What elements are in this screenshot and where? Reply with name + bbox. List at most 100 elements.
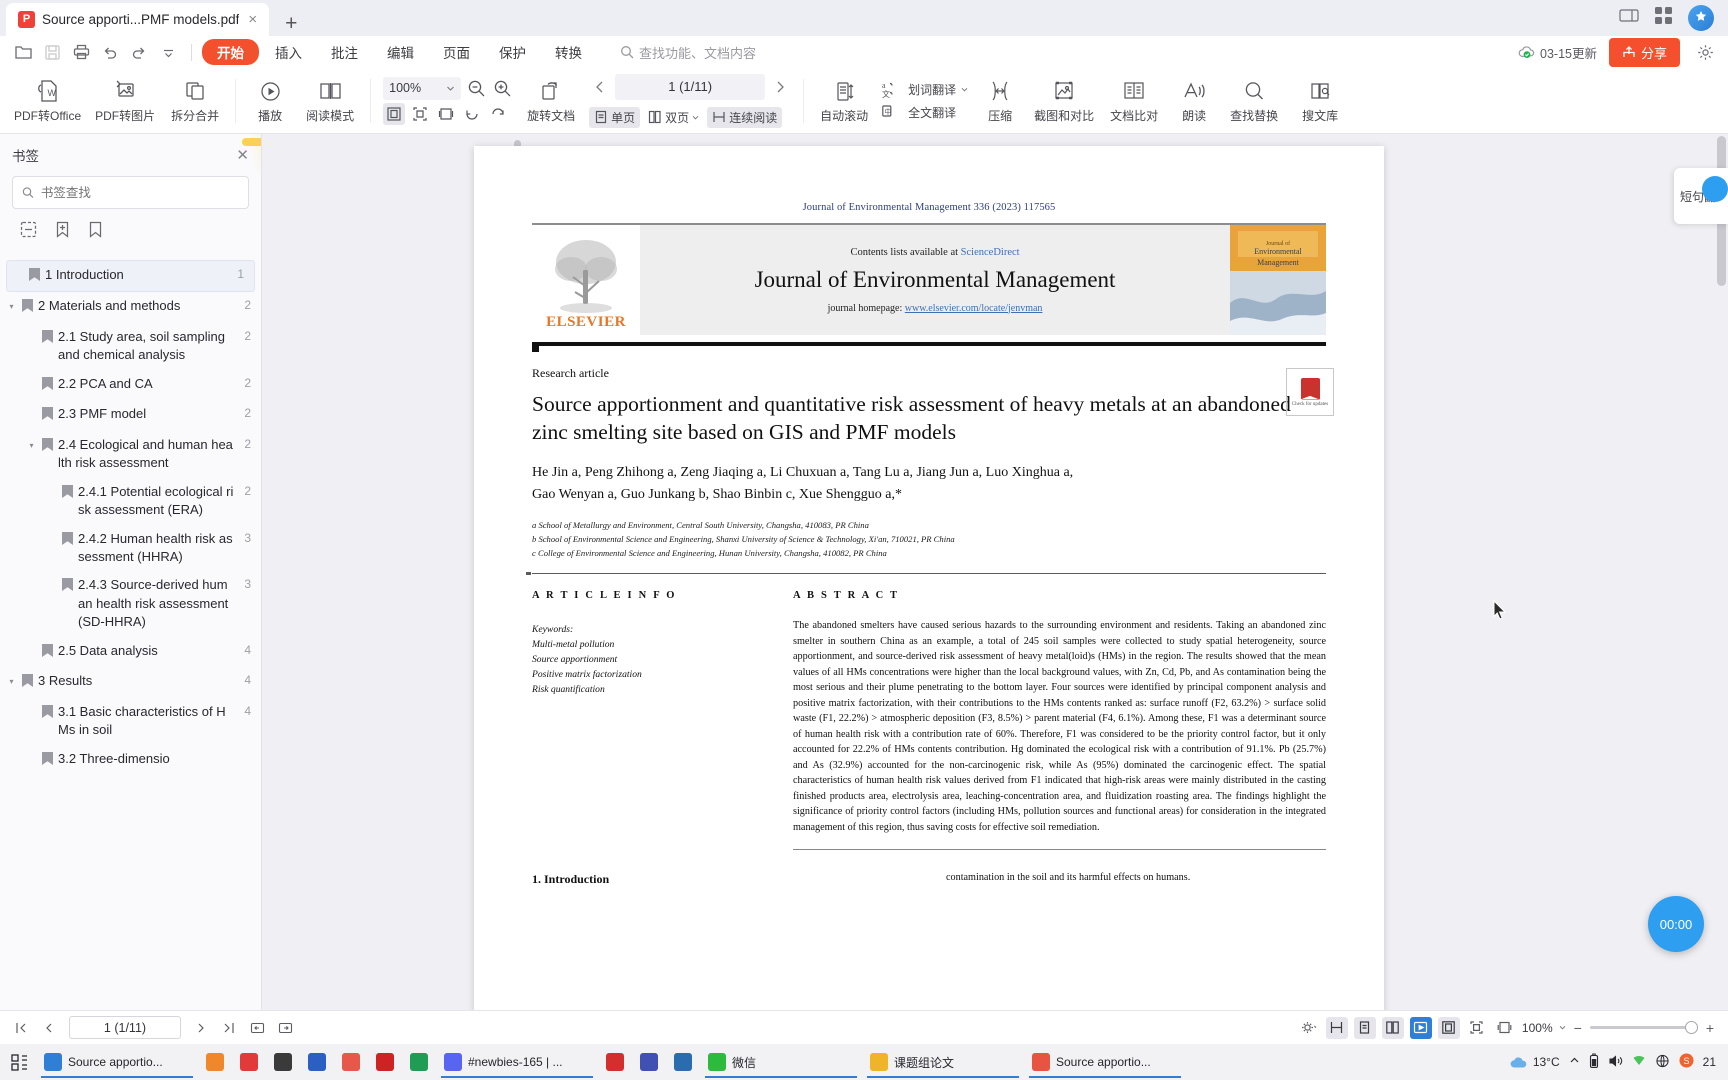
taskbar-item[interactable]	[233, 1046, 265, 1078]
document-scrollbar[interactable]	[1717, 136, 1726, 1008]
ribbon-play[interactable]: 播放	[244, 76, 296, 126]
rotate-ccw-icon[interactable]	[461, 103, 483, 125]
rotate-cw-icon[interactable]	[487, 103, 509, 125]
bookmark-item[interactable]: 3.2 Three-dimensio	[0, 745, 261, 775]
zoom-in-button[interactable]: +	[1704, 1020, 1718, 1036]
single-page-toggle[interactable]	[1353, 1016, 1376, 1039]
gear-icon[interactable]	[1692, 40, 1718, 64]
taskbar-item[interactable]: Source apportio...	[1025, 1046, 1185, 1078]
bookmark-list[interactable]: 1 Introduction 1 ▾ 2 Materials and methods 2…	[0, 260, 261, 1010]
chevron-down-icon[interactable]	[1559, 1024, 1566, 1031]
ribbon-rotate-document[interactable]: 旋转文档	[519, 76, 583, 126]
menu-tab-home[interactable]: 开始	[202, 39, 259, 65]
split-view-icon[interactable]	[1619, 8, 1639, 28]
taskbar-item[interactable]	[267, 1046, 299, 1078]
fit-visible-toggle[interactable]	[1466, 1017, 1488, 1039]
zoom-out-icon[interactable]	[465, 77, 487, 99]
document-viewport[interactable]: Journal of Environmental Management 336 …	[262, 134, 1728, 1010]
bookmark-item[interactable]: 2.1 Study area, soil sampling and chemic…	[0, 323, 261, 370]
ribbon-split-merge[interactable]: 拆分合并	[163, 76, 227, 126]
battery-icon[interactable]	[1589, 1052, 1599, 1072]
taskbar-item[interactable]: 微信	[701, 1046, 861, 1078]
new-tab-button[interactable]: +	[269, 13, 313, 36]
ribbon-find-replace[interactable]: 查找替换	[1222, 76, 1286, 126]
network-icon[interactable]	[1632, 1054, 1646, 1070]
first-page-button[interactable]	[10, 1017, 32, 1039]
close-icon[interactable]: ×	[246, 11, 259, 28]
avatar[interactable]	[1688, 5, 1714, 31]
menu-tab-insert[interactable]: 插入	[262, 39, 315, 65]
weather-widget[interactable]: 13°C	[1509, 1055, 1560, 1070]
bookmark-icon[interactable]	[88, 221, 103, 243]
zoom-slider[interactable]	[1589, 1021, 1698, 1034]
save-icon[interactable]	[39, 40, 65, 64]
taskbar-item[interactable]	[633, 1046, 665, 1078]
bookmark-item[interactable]: 2.5 Data analysis 4	[0, 637, 261, 667]
presentation-mode-button[interactable]	[1409, 1016, 1432, 1039]
bookmark-item[interactable]: 2.4.1 Potential ecological risk assessme…	[0, 478, 261, 525]
close-icon[interactable]: ✕	[236, 146, 249, 164]
ribbon-search-library[interactable]: 搜文库	[1288, 76, 1352, 126]
fit-page-icon[interactable]	[383, 102, 406, 125]
fit-page-toggle[interactable]	[1437, 1016, 1460, 1039]
ribbon-read-aloud[interactable]: 朗读	[1168, 76, 1220, 126]
next-page-button[interactable]	[190, 1017, 212, 1039]
journal-homepage-link[interactable]: www.elsevier.com/locate/jenvman	[905, 303, 1043, 314]
windows-start-button[interactable]	[4, 1046, 35, 1078]
status-zoom-value[interactable]: 100%	[1522, 1021, 1553, 1035]
timer-bubble[interactable]: 00:00	[1648, 896, 1704, 952]
open-icon[interactable]	[10, 40, 36, 64]
brightness-icon[interactable]	[1298, 1017, 1320, 1039]
customize-toolbar-icon[interactable]	[155, 40, 181, 64]
ribbon-compress[interactable]: 压缩	[974, 76, 1026, 126]
taskbar-item[interactable]: Source apportio...	[37, 1046, 197, 1078]
view-mode-single-page[interactable]: 单页	[589, 106, 641, 128]
add-bookmark-icon[interactable]	[55, 221, 70, 243]
grid-view-icon[interactable]	[1655, 7, 1672, 29]
share-button[interactable]: 分享	[1608, 37, 1680, 67]
chevron-expand-icon[interactable]: ▾	[6, 672, 17, 687]
ribbon-translate-word[interactable]: a文 划词翻译	[882, 80, 968, 98]
ribbon-read-mode[interactable]: 阅读模式	[298, 76, 362, 126]
bookmark-item[interactable]: 1 Introduction 1	[6, 260, 255, 293]
clock[interactable]: 21	[1703, 1055, 1716, 1069]
page-number-input[interactable]: 1 (1/11)	[615, 73, 766, 100]
last-page-button[interactable]	[218, 1017, 240, 1039]
menu-tab-annotate[interactable]: 批注	[318, 39, 371, 65]
continuous-scroll-toggle[interactable]	[1325, 1016, 1348, 1039]
zoom-slider-knob[interactable]	[1684, 1021, 1698, 1034]
undo-icon[interactable]	[97, 40, 123, 64]
view-mode-continuous[interactable]: 连续阅读	[707, 106, 783, 128]
view-mode-two-page[interactable]: 双页	[643, 107, 704, 128]
collapse-all-icon[interactable]	[20, 221, 37, 243]
taskbar-item[interactable]	[403, 1046, 435, 1078]
bookmark-item[interactable]: 2.4.3 Source-derived human health risk a…	[0, 571, 261, 636]
ribbon-doc-compare[interactable]: 文档比对	[1102, 76, 1166, 126]
taskbar-item[interactable]	[199, 1046, 231, 1078]
ribbon-translate-full[interactable]: 中 全文翻译	[882, 103, 968, 121]
menu-tab-edit[interactable]: 编辑	[374, 39, 427, 65]
bookmark-item[interactable]: 3.1 Basic characteristics of HMs in soil…	[0, 698, 261, 745]
bookmark-item[interactable]: 2.4.2 Human health risk assessment (HHRA…	[0, 525, 261, 572]
volume-icon[interactable]	[1608, 1054, 1623, 1071]
security-icon[interactable]: S	[1679, 1053, 1694, 1071]
taskbar-item[interactable]: #newbies-165 | ...	[437, 1046, 597, 1078]
bookmark-item[interactable]: ▾ 2 Materials and methods 2	[0, 292, 261, 322]
fit-visible-icon[interactable]	[409, 103, 431, 125]
zoom-select[interactable]: 100%	[383, 76, 462, 100]
prev-view-button[interactable]	[246, 1017, 268, 1039]
ribbon-auto-scroll[interactable]: 自动滚动	[812, 76, 876, 126]
flyout-toggle-icon[interactable]	[1702, 176, 1728, 202]
bookmark-search-input[interactable]	[40, 185, 239, 200]
prev-page-button[interactable]	[589, 76, 611, 98]
chevron-up-icon[interactable]	[1569, 1055, 1580, 1069]
ribbon-screenshot-compare[interactable]: 截图和对比	[1028, 76, 1100, 126]
two-page-toggle[interactable]	[1381, 1016, 1404, 1039]
taskbar-item[interactable]	[667, 1046, 699, 1078]
check-for-updates-badge[interactable]: Check for updates	[1286, 368, 1334, 416]
bookmark-item[interactable]: 2.3 PMF model 2	[0, 400, 261, 430]
zoom-in-icon[interactable]	[491, 77, 513, 99]
menu-tab-convert[interactable]: 转换	[542, 39, 595, 65]
sciencedirect-link[interactable]: ScienceDirect	[961, 247, 1020, 258]
redo-icon[interactable]	[126, 40, 152, 64]
